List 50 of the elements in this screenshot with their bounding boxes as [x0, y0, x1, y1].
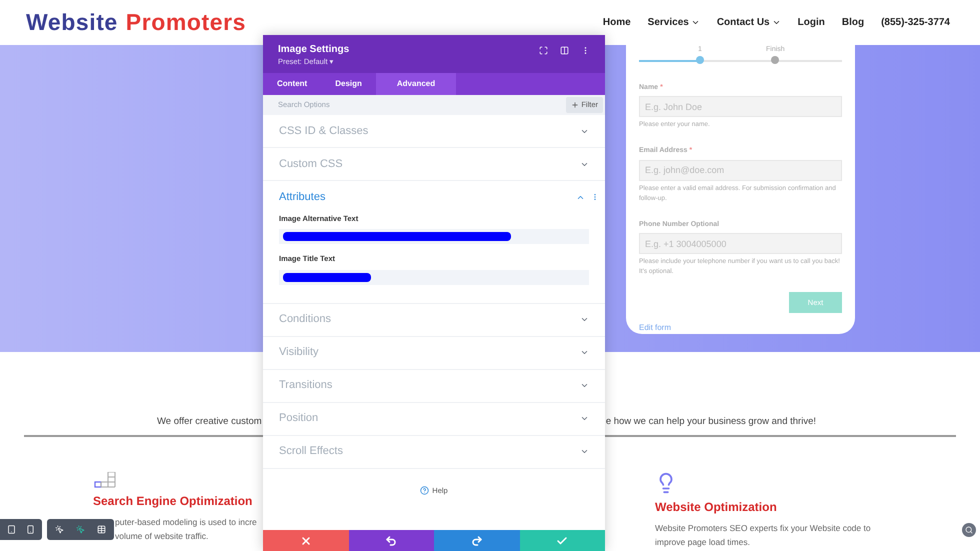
close-icon: [300, 534, 312, 546]
nav-link[interactable]: Services: [648, 15, 700, 30]
logo-text: Website: [26, 8, 118, 38]
service-text: Website Promoters SEO experts fix your Website code to: [655, 522, 871, 536]
caret-icon: [690, 18, 700, 27]
settings-tab[interactable]: Design: [321, 73, 376, 95]
input-field[interactable]: E.g. John Doe: [639, 96, 842, 117]
service-title: Search Engine Optimization: [93, 493, 252, 510]
text-field[interactable]: [279, 270, 589, 284]
nav-link[interactable]: Login: [798, 15, 825, 30]
chevron-down-icon: [580, 447, 589, 456]
undo-icon: [385, 534, 398, 546]
expand-icon[interactable]: [539, 46, 548, 55]
select-icon[interactable]: [55, 525, 64, 534]
tablet-icon[interactable]: [7, 525, 16, 534]
chart-grid-icon: [94, 472, 116, 488]
search-icon: [965, 526, 973, 534]
phone-icon[interactable]: [26, 525, 35, 534]
nav-link[interactable]: Home: [602, 15, 631, 30]
settings-tab[interactable]: Content: [263, 73, 322, 95]
nav-link[interactable]: Contact Us: [716, 15, 781, 30]
intro-text: We offer creative custom: [157, 415, 262, 429]
zoom-button[interactable]: [962, 523, 976, 537]
service-text: puter-based modeling is used to incre: [115, 516, 257, 530]
service-text: improve page load times.: [655, 536, 750, 550]
nav-link[interactable]: (855)-325-3774: [881, 15, 950, 30]
input-field[interactable]: E.g. +1 3004005000: [639, 233, 842, 254]
modal-title: Image Settings: [278, 44, 350, 56]
settings-tab[interactable]: Advanced: [376, 73, 456, 95]
chevron-down-icon: [580, 381, 589, 390]
logo-text: Promoters: [126, 8, 246, 38]
chevron-down-icon: [580, 315, 589, 324]
columns-icon[interactable]: [560, 46, 569, 55]
undo-button[interactable]: [348, 530, 434, 551]
service-text: volume of website traffic.: [115, 530, 208, 544]
text-field[interactable]: [279, 229, 589, 244]
chevron-down-icon: [580, 414, 589, 423]
help-icon: [420, 486, 430, 495]
nav-link[interactable]: Blog: [842, 15, 864, 30]
intro-text: e how we can help your business grow and thrive!: [606, 415, 816, 429]
click-icon[interactable]: [76, 525, 85, 534]
service-title: Website Optimization: [655, 499, 777, 516]
section-header[interactable]: Attributes: [263, 181, 605, 213]
chevron-down-icon: [580, 348, 589, 357]
plus-icon: [571, 101, 580, 109]
redo-icon: [470, 534, 483, 546]
caret-icon: [772, 18, 781, 27]
grid-icon[interactable]: [97, 525, 106, 534]
check-icon: [556, 534, 568, 546]
input-field[interactable]: E.g. john@doe.com: [639, 160, 842, 180]
